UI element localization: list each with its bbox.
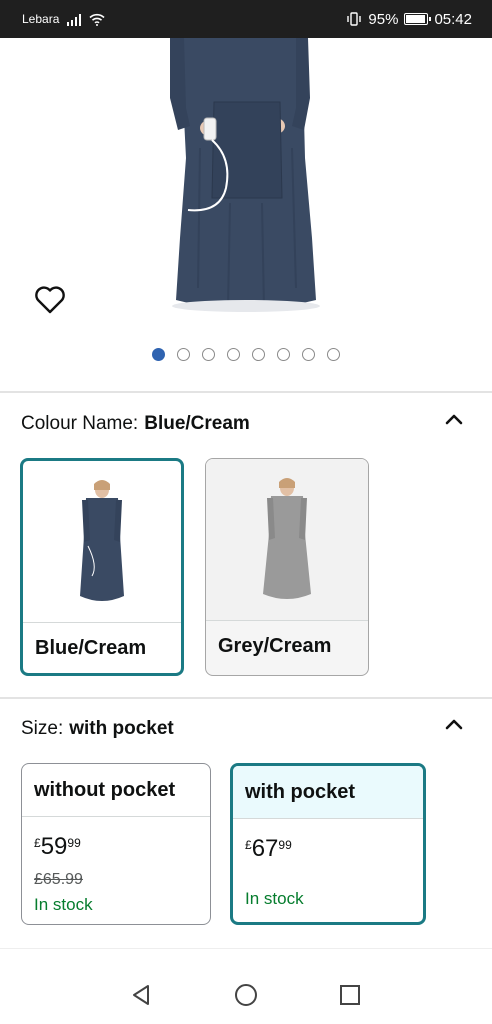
gallery-dot[interactable] <box>152 348 165 361</box>
gallery-dot[interactable] <box>252 348 265 361</box>
gallery-dot[interactable] <box>227 348 240 361</box>
was-price: £65.99 <box>34 871 83 888</box>
product-image-gallery[interactable] <box>0 38 492 390</box>
home-circle-icon[interactable] <box>234 983 258 1007</box>
product-image <box>170 38 320 312</box>
gallery-dot[interactable] <box>327 348 340 361</box>
stock-status: In stock <box>245 889 304 908</box>
battery-icon <box>404 13 432 25</box>
colour-option-name: Blue/Cream <box>35 637 147 659</box>
gallery-dot[interactable] <box>277 348 290 361</box>
price-fraction: 99 <box>278 838 292 852</box>
colour-label: Colour Name: Blue/Cream <box>21 413 250 435</box>
battery-percent: 95% <box>368 10 399 28</box>
size-option-name: without pocket <box>22 764 210 817</box>
size-option-name: with pocket <box>233 766 423 819</box>
size-label: Size: with pocket <box>21 718 174 740</box>
size-label-text: Size: <box>21 718 64 739</box>
price-whole: 67 <box>251 835 279 862</box>
blue-robe-thumbnail <box>80 479 124 601</box>
wishlist-heart-icon[interactable] <box>34 284 66 316</box>
vibrate-icon <box>347 12 362 26</box>
gallery-dot[interactable] <box>302 348 315 361</box>
colour-label-text: Colour Name: <box>21 413 139 434</box>
collapse-size-chevron-up-icon[interactable] <box>444 717 464 731</box>
colour-option-name: Grey/Cream <box>218 635 332 657</box>
selected-colour-value: Blue/Cream <box>144 413 250 434</box>
price-fraction: 99 <box>67 836 81 850</box>
price-currency: £ <box>245 838 252 852</box>
status-bar: Lebara 95% 05:42 <box>0 0 492 38</box>
stock-status: In stock <box>34 895 93 914</box>
grey-robe-thumbnail <box>263 477 311 599</box>
signal-icon <box>67 13 82 26</box>
divider <box>0 391 492 393</box>
colour-option-blue-cream[interactable]: Blue/Cream <box>20 458 184 676</box>
size-option-without-pocket[interactable]: without pocket £ 59 99 £65.99 In stock <box>21 763 211 925</box>
price-currency: £ <box>34 836 41 850</box>
price: £ 59 99 <box>34 833 210 861</box>
divider <box>0 697 492 699</box>
clock: 05:42 <box>434 10 472 28</box>
wifi-icon <box>89 13 105 26</box>
carrier-name: Lebara <box>22 12 60 26</box>
colour-thumbnail <box>206 459 368 621</box>
recents-square-icon[interactable] <box>338 983 362 1007</box>
selected-size-value: with pocket <box>69 718 174 739</box>
collapse-colour-chevron-up-icon[interactable] <box>444 412 464 426</box>
gallery-dot[interactable] <box>177 348 190 361</box>
colour-option-grey-cream[interactable]: Grey/Cream <box>205 458 369 676</box>
size-option-with-pocket[interactable]: with pocket £ 67 99 In stock <box>230 763 426 925</box>
system-navigation-bar <box>0 948 492 1024</box>
price: £ 67 99 <box>245 835 423 863</box>
back-triangle-icon[interactable] <box>129 983 153 1007</box>
gallery-pagination <box>0 348 492 361</box>
gallery-dot[interactable] <box>202 348 215 361</box>
colour-thumbnail <box>23 461 181 623</box>
price-whole: 59 <box>40 833 68 860</box>
